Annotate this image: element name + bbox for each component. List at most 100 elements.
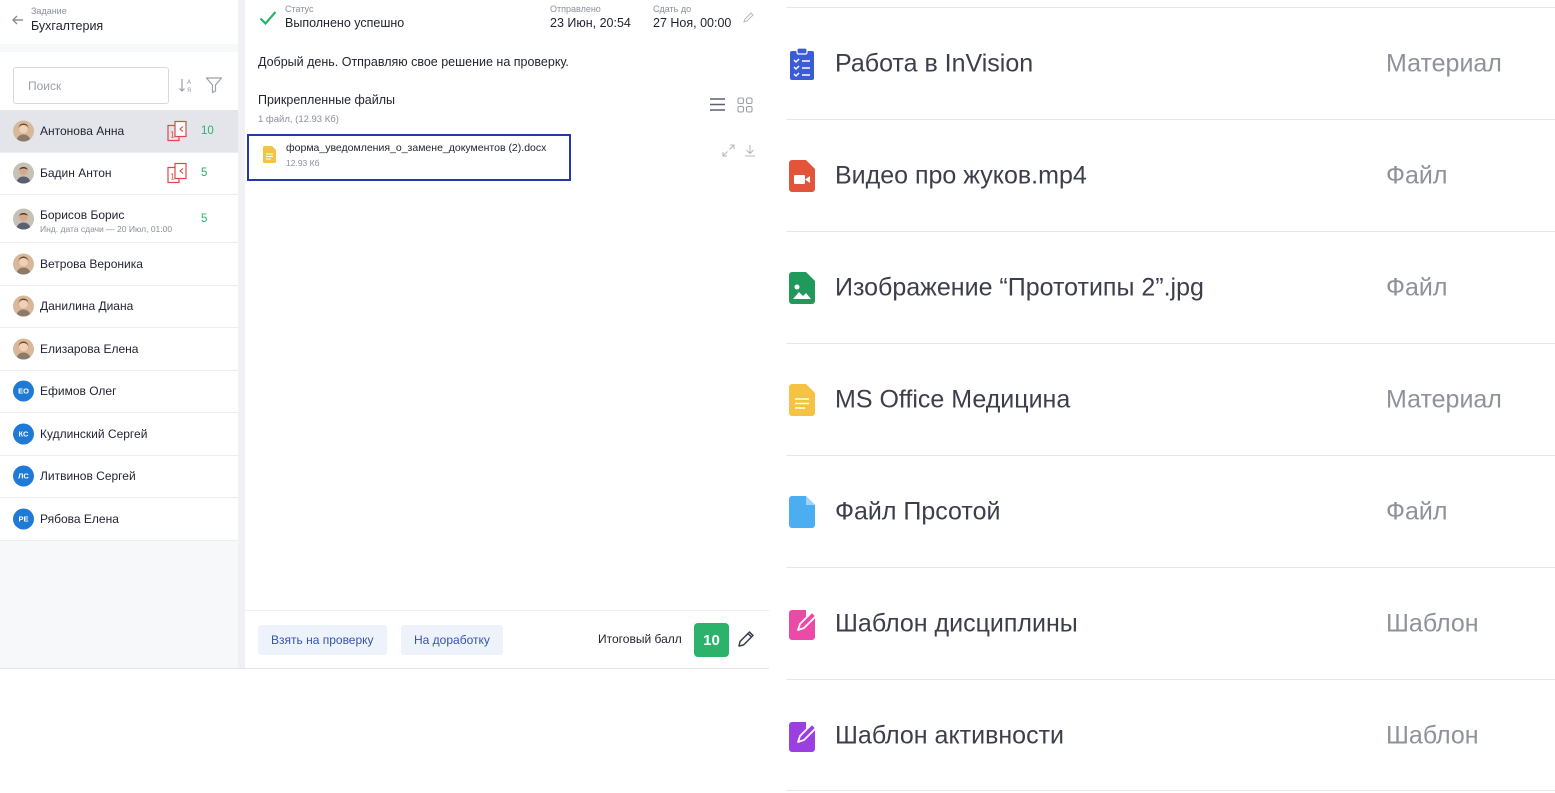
attached-files-count: 1 файл, (12.93 Кб) bbox=[258, 114, 339, 125]
avatar bbox=[13, 162, 34, 184]
student-name: Данилина Диана bbox=[40, 299, 134, 314]
material-row[interactable]: Шаблон дисциплины Шаблон bbox=[786, 567, 1555, 679]
submission-message: Добрый день. Отправляю свое решение на п… bbox=[258, 55, 569, 69]
student-name: Литвинов Сергей bbox=[40, 469, 136, 484]
student-name: Антонова Анна bbox=[40, 123, 125, 138]
materials-list: Работа в InVision Материал Видео про жуков… bbox=[786, 0, 1555, 793]
material-type: Шаблон bbox=[1386, 721, 1479, 749]
avatar bbox=[13, 120, 34, 142]
material-title: Файл Прсотой bbox=[835, 497, 1001, 525]
avatar: ЛС bbox=[13, 465, 34, 487]
avatar bbox=[13, 253, 34, 275]
student-row[interactable]: Антонова Анна 1 10 bbox=[0, 110, 238, 153]
status-value: Выполнено успешно bbox=[285, 16, 405, 30]
student-name: Кудлинский Сергей bbox=[40, 426, 148, 441]
material-row[interactable]: Видео про жуков.mp4 Файл bbox=[786, 119, 1555, 231]
due-value: 27 Ноя, 00:00 bbox=[653, 16, 732, 30]
material-row[interactable]: Файл Прсотой Файл bbox=[786, 455, 1555, 567]
student-row[interactable]: Борисов Борис Инд. дата сдачи — 20 Июл, 0… bbox=[0, 195, 238, 243]
student-row[interactable]: Бадин Антон 1 5 bbox=[0, 153, 238, 195]
svg-text:1: 1 bbox=[170, 173, 175, 182]
filter-icon[interactable] bbox=[205, 76, 223, 94]
blank-file-icon bbox=[788, 496, 816, 528]
avatar: ЕО bbox=[13, 380, 34, 402]
plagiarism-icon: 1 bbox=[167, 120, 189, 141]
student-row[interactable]: КС Кудлинский Сергей bbox=[0, 413, 238, 456]
plagiarism-icon: 1 bbox=[167, 163, 189, 184]
student-row[interactable]: Елизарова Елена bbox=[0, 328, 238, 371]
attached-file-item[interactable]: форма_уведомления_о_замене_документов (2… bbox=[247, 134, 571, 181]
student-row[interactable]: Данилина Диана bbox=[0, 286, 238, 328]
check-icon bbox=[259, 11, 277, 26]
material-title: Работа в InVision bbox=[835, 49, 1034, 77]
panel-divider bbox=[238, 0, 245, 668]
due-label: Сдать до bbox=[653, 4, 692, 14]
list-bottom-divider bbox=[786, 790, 1555, 791]
material-title: MS Office Медицина bbox=[835, 385, 1071, 413]
students-list: Антонова Анна 1 10 Бадин Антон 1 5 Борисов Бор… bbox=[0, 110, 238, 541]
edit-due-date-icon[interactable] bbox=[742, 11, 755, 24]
material-type: Материал bbox=[1386, 49, 1502, 77]
search-row: A Я bbox=[0, 52, 238, 110]
material-row[interactable]: Изображение “Прототипы 2”.jpg Файл bbox=[786, 231, 1555, 343]
assignment-title: Бухгалтерия bbox=[31, 19, 104, 33]
student-name: Рябова Елена bbox=[40, 511, 119, 526]
material-type: Файл bbox=[1386, 161, 1448, 189]
avatar bbox=[13, 338, 34, 360]
material-type: Шаблон bbox=[1386, 609, 1479, 637]
material-title: Видео про жуков.mp4 bbox=[835, 161, 1087, 189]
expand-icon[interactable] bbox=[722, 144, 735, 157]
material-type: Файл bbox=[1386, 497, 1448, 525]
attached-files-title: Прикрепленные файлы bbox=[258, 93, 396, 107]
avatar bbox=[13, 295, 34, 317]
avatar: КС bbox=[13, 423, 34, 445]
student-row[interactable]: ЛС Литвинов Сергей bbox=[0, 456, 238, 498]
svg-text:Я: Я bbox=[187, 87, 191, 94]
pencil-icon[interactable] bbox=[737, 630, 755, 648]
take-for-review-button[interactable]: Взять на проверку bbox=[258, 625, 387, 655]
grid-view-icon[interactable] bbox=[737, 97, 753, 113]
sort-az-icon[interactable]: A Я bbox=[178, 76, 196, 94]
material-row[interactable]: Шаблон активности Шаблон bbox=[786, 679, 1555, 791]
student-deadline-note: Инд. дата сдачи — 20 Июл, 01:00 bbox=[40, 224, 173, 234]
total-score-label: Итоговый балл bbox=[598, 632, 682, 646]
total-score-badge: 10 bbox=[694, 623, 729, 657]
material-title: Шаблон активности bbox=[835, 721, 1064, 749]
file-name: форма_уведомления_о_замене_документов (2… bbox=[286, 142, 547, 154]
list-view-icon[interactable] bbox=[709, 97, 726, 112]
sent-value: 23 Июн, 20:54 bbox=[550, 16, 631, 30]
material-type: Материал bbox=[1386, 385, 1502, 413]
student-score: 10 bbox=[201, 124, 214, 137]
document-file-icon bbox=[788, 384, 816, 416]
bottom-divider bbox=[0, 668, 769, 669]
video-file-icon bbox=[788, 160, 816, 192]
material-row[interactable]: Работа в InVision Материал bbox=[786, 7, 1555, 119]
student-name: Елизарова Елена bbox=[40, 341, 139, 356]
student-row[interactable]: Ветрова Вероника bbox=[0, 243, 238, 286]
header-subtitle: Задание bbox=[31, 6, 67, 16]
sent-label: Отправлено bbox=[550, 4, 601, 14]
avatar: РЕ bbox=[13, 508, 34, 530]
student-name: Бадин Антон bbox=[40, 166, 112, 181]
student-score: 5 bbox=[201, 167, 208, 180]
file-size: 12.93 Кб bbox=[286, 158, 320, 168]
svg-text:1: 1 bbox=[170, 130, 175, 139]
material-title: Изображение “Прототипы 2”.jpg bbox=[835, 273, 1204, 301]
arrow-left-icon[interactable] bbox=[11, 13, 25, 27]
student-name: Ветрова Вероника bbox=[40, 256, 143, 271]
download-icon[interactable] bbox=[744, 144, 756, 157]
student-name: Борисов Борис bbox=[40, 208, 125, 222]
student-score: 5 bbox=[201, 212, 208, 225]
template-edit-icon bbox=[788, 608, 817, 640]
search-input[interactable] bbox=[13, 67, 169, 104]
student-row[interactable]: ЕО Ефимов Олег bbox=[0, 371, 238, 413]
send-for-rework-button[interactable]: На доработку bbox=[401, 625, 503, 655]
document-file-icon bbox=[263, 146, 276, 163]
status-label: Статус bbox=[285, 4, 314, 14]
material-row[interactable]: MS Office Медицина Материал bbox=[786, 343, 1555, 455]
avatar bbox=[13, 208, 34, 229]
svg-text:A: A bbox=[187, 79, 192, 86]
student-row[interactable]: РЕ Рябова Елена bbox=[0, 498, 238, 541]
submission-panel: Статус Выполнено успешно Отправлено 23 И… bbox=[245, 0, 769, 668]
clipboard-icon bbox=[788, 47, 816, 80]
